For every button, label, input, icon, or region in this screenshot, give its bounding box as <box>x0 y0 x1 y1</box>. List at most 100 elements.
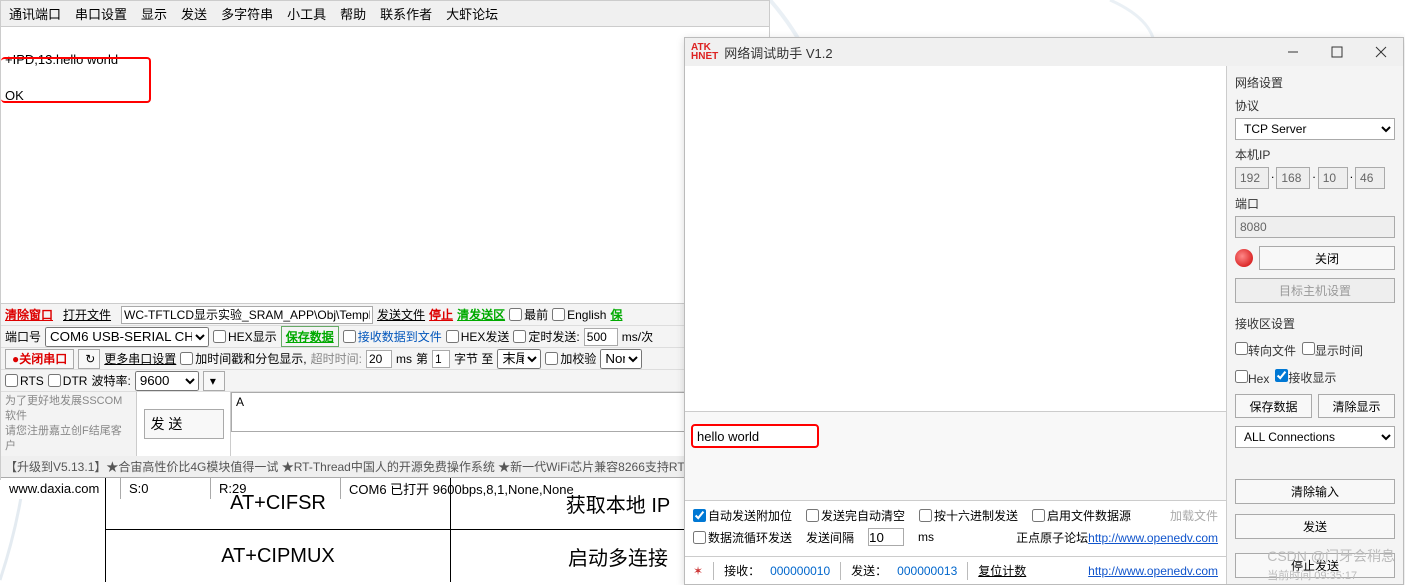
net-send-input[interactable]: hello world <box>691 424 819 448</box>
recv-show-checkbox[interactable]: 接收显示 <box>1275 369 1336 386</box>
terminal-line-ipd: +IPD,13:hello world <box>5 51 765 69</box>
at-command-table: AT+CIFSR 获取本地 IP AT+CIPMUX 启动多连接 <box>105 478 785 582</box>
port-label-net: 端口 <box>1235 195 1395 212</box>
close-conn-button[interactable]: 关闭 <box>1259 246 1395 270</box>
at-cmd-name: AT+CIFSR <box>106 478 451 529</box>
menu-send[interactable]: 发送 <box>181 4 207 23</box>
open-file-button[interactable]: 打开文件 <box>57 305 117 325</box>
byte-no-input[interactable] <box>432 350 450 368</box>
menu-multistring[interactable]: 多字符串 <box>221 4 273 23</box>
network-debug-window: ATKHNET 网络调试助手 V1.2 hello world 自动发送附加位 … <box>684 37 1404 585</box>
hex-send-checkbox-net[interactable]: 按十六进制发送 <box>919 507 1018 524</box>
toolbar-row-3: ● 关闭串口 ↻ 更多串口设置 加时间戳和分包显示, 超时时间: ms 第 字节… <box>1 348 769 370</box>
reset-counter-button[interactable]: 复位计数 <box>978 562 1026 579</box>
net-receive-area[interactable] <box>685 66 1226 412</box>
ms-label3: ms <box>918 530 934 544</box>
stop-button[interactable]: 停止 <box>429 306 453 323</box>
close-button[interactable] <box>1359 38 1403 66</box>
protocol-select[interactable]: TCP Server <box>1235 118 1395 140</box>
net-send-button[interactable]: 发送 <box>1235 514 1395 539</box>
menu-port[interactable]: 通讯端口 <box>9 4 61 23</box>
end-select[interactable]: 末尾 <box>497 349 541 369</box>
baud-dropdown-button[interactable]: ▾ <box>203 371 225 391</box>
terminal-line-ok: OK <box>5 87 765 105</box>
port-select[interactable]: COM6 USB-SERIAL CH340 <box>45 327 209 347</box>
timestamp-checkbox[interactable]: 加时间戳和分包显示, <box>180 350 306 367</box>
net-interval-input[interactable] <box>868 528 904 546</box>
refresh-ports-button[interactable]: ↻ <box>78 349 100 369</box>
menu-display[interactable]: 显示 <box>141 4 167 23</box>
toolbar-row-1: 清除窗口 打开文件 发送文件 停止 清发送区 最前 English 保 <box>1 304 769 326</box>
file-path-input[interactable] <box>121 306 373 324</box>
status-led-icon <box>1235 249 1253 267</box>
toolbar-row-4: RTS DTR 波特率: 9600 ▾ <box>1 370 769 392</box>
net-sidebar: 网络设置 协议 TCP Server 本机IP . . . 端口 关闭 目标主机… <box>1227 66 1403 584</box>
forum-link[interactable]: http://www.openedv.com <box>1088 531 1218 545</box>
timed-send-checkbox[interactable]: 定时发送: <box>513 328 579 345</box>
ms-label: ms/次 <box>622 328 653 345</box>
timeout-label: 超时时间: <box>311 350 362 367</box>
send-file-button[interactable]: 发送文件 <box>377 306 425 323</box>
center-column: hello world 自动发送附加位 发送完自动清空 按十六进制发送 启用文件… <box>685 66 1227 584</box>
rx-value: 000000010 <box>770 564 830 578</box>
ip-oct1[interactable] <box>1235 167 1269 189</box>
net-settings-label: 网络设置 <box>1235 74 1395 91</box>
clear-recv-button[interactable]: 清除显示 <box>1318 394 1395 418</box>
hex-send-checkbox[interactable]: HEX发送 <box>446 328 510 345</box>
recv-to-file-checkbox[interactable]: 接收数据到文件 <box>343 328 442 345</box>
minimize-button[interactable] <box>1271 38 1315 66</box>
proto-label: 协议 <box>1235 97 1395 114</box>
net-send-area: hello world <box>685 412 1226 500</box>
ip-oct3[interactable] <box>1318 167 1348 189</box>
receive-area[interactable]: +IPD,13:hello world OK <box>1 27 769 304</box>
baud-select[interactable]: 9600 <box>135 371 199 391</box>
checksum-select[interactable]: None <box>600 349 642 369</box>
net-opts-panel: 自动发送附加位 发送完自动清空 按十六进制发送 启用文件数据源 加载文件 数据流… <box>685 500 1226 556</box>
terminal-blank <box>5 33 765 51</box>
show-time-checkbox[interactable]: 显示时间 <box>1302 342 1363 359</box>
ms-label2: ms <box>396 352 412 366</box>
gear-icon[interactable]: ✶ <box>693 564 703 578</box>
english-checkbox[interactable]: English <box>552 308 606 322</box>
auto-clear-checkbox[interactable]: 发送完自动清空 <box>806 507 905 524</box>
loop-send-checkbox[interactable]: 数据流循环发送 <box>693 529 792 546</box>
serial-terminal-window: 通讯端口 串口设置 显示 发送 多字符串 小工具 帮助 联系作者 大虾论坛 +I… <box>0 0 770 480</box>
save-data-button[interactable]: 保存数据 <box>281 326 339 347</box>
at-cmd-name: AT+CIPMUX <box>106 530 451 582</box>
ip-oct2[interactable] <box>1276 167 1310 189</box>
checksum-checkbox[interactable]: 加校验 <box>545 350 596 367</box>
auto-crlf-checkbox[interactable]: 自动发送附加位 <box>693 507 792 524</box>
window-title: 网络调试助手 V1.2 <box>724 43 1271 62</box>
menu-tools[interactable]: 小工具 <box>287 4 326 23</box>
save-params-button[interactable]: 保 <box>610 306 622 323</box>
ip-input-group: . . . <box>1235 167 1395 189</box>
port-input[interactable] <box>1235 216 1395 238</box>
rts-checkbox[interactable]: RTS <box>5 374 44 388</box>
site-link[interactable]: http://www.openedv.com <box>1088 564 1218 578</box>
maximize-button[interactable] <box>1315 38 1359 66</box>
more-settings-button[interactable]: 更多串口设置 <box>104 350 176 367</box>
close-port-button[interactable]: ● 关闭串口 <box>5 349 74 369</box>
hex-show-checkbox[interactable]: HEX显示 <box>213 328 277 345</box>
file-src-checkbox[interactable]: 启用文件数据源 <box>1032 507 1131 524</box>
topmost-checkbox[interactable]: 最前 <box>509 306 548 323</box>
to-file-checkbox[interactable]: 转向文件 <box>1235 342 1296 359</box>
clear-input-button[interactable]: 清除输入 <box>1235 479 1395 504</box>
save-recv-button[interactable]: 保存数据 <box>1235 394 1312 418</box>
menu-forum[interactable]: 大虾论坛 <box>446 4 498 23</box>
dtr-checkbox[interactable]: DTR <box>48 374 88 388</box>
clear-send-button[interactable]: 清发送区 <box>457 306 505 323</box>
menu-help[interactable]: 帮助 <box>340 4 366 23</box>
timeout-input[interactable] <box>366 350 392 368</box>
recv-settings-label: 接收区设置 <box>1235 315 1395 332</box>
menu-serial-settings[interactable]: 串口设置 <box>75 4 127 23</box>
menu-contact[interactable]: 联系作者 <box>380 4 432 23</box>
ip-oct4[interactable] <box>1355 167 1385 189</box>
csdn-watermark: CSDN @门牙会稍息 当前时间 09:35:17 <box>1267 546 1395 583</box>
clear-window-button[interactable]: 清除窗口 <box>5 306 53 323</box>
hex-recv-checkbox[interactable]: Hex <box>1235 370 1269 386</box>
send-button[interactable]: 发 送 <box>144 409 224 439</box>
connections-select[interactable]: ALL Connections <box>1235 426 1395 448</box>
send-interval-input[interactable] <box>584 328 618 346</box>
status-site: www.daxia.com <box>1 478 121 499</box>
